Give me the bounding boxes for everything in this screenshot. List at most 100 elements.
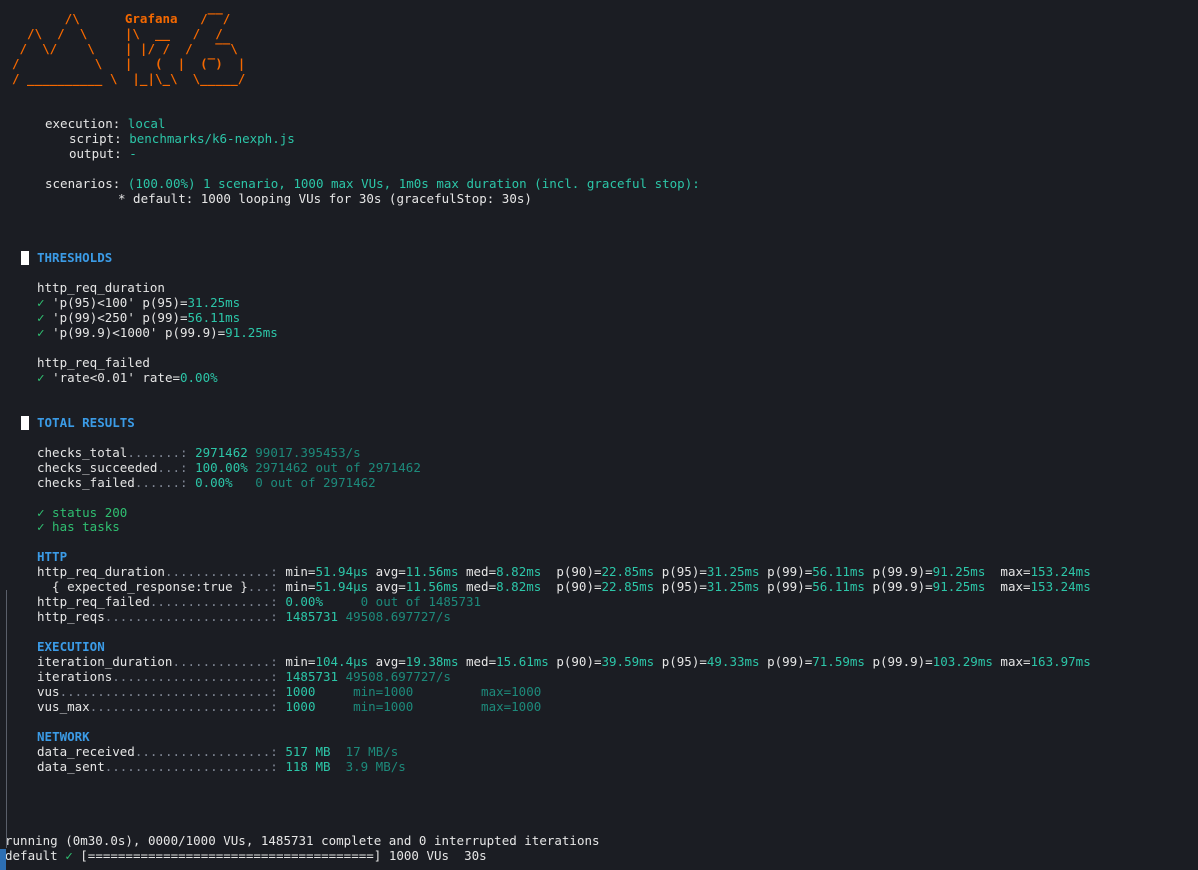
stat-p95: 31.25ms [706, 564, 760, 579]
metric-value: 1000 [285, 699, 339, 714]
stat-med: 15.61ms [496, 654, 549, 669]
logo-line: / __________ \ |_|\_\ \_____/ [12, 71, 253, 86]
stat-p99: 56.11ms [812, 579, 865, 594]
metric-name: http_req_failed [37, 594, 150, 609]
running-status: running (0m30.0s), 0000/1000 VUs, 148573… [5, 833, 600, 848]
metric-name: checks_total [37, 445, 128, 460]
metric-extra: 2971462 out of 2971462 [255, 460, 421, 475]
metric-extra: 0 out of 1485731 [345, 594, 482, 609]
threshold-value: 91.25ms [225, 325, 278, 340]
logo-line: / \/ \ | |/ / / ‾‾\ [12, 41, 246, 56]
stat-p90: 22.85ms [601, 579, 655, 594]
output-value: - [129, 146, 137, 161]
progress-bar: [======================================] [80, 848, 382, 863]
check-item: ✓ has tasks [37, 519, 120, 534]
thresholds-title: THRESHOLDS [37, 250, 113, 265]
metric-row: vus............................: 1000 mi… [37, 684, 541, 699]
stat-p95: 31.25ms [706, 579, 760, 594]
http-title: HTTP [37, 549, 68, 564]
metric-name: vus [37, 684, 60, 699]
execution-title: EXECUTION [37, 639, 105, 654]
metric-dots: .......: [127, 445, 188, 460]
metric-row: data_sent......................: 118 MB … [37, 759, 406, 774]
metric-name: http_req_duration [37, 564, 165, 579]
scenarios-label: scenarios: [45, 176, 121, 191]
metric-name: vus_max [37, 699, 90, 714]
execution-label: execution: [45, 116, 121, 131]
threshold-item: ✓ 'rate<0.01' rate=0.00% [37, 370, 218, 385]
scenarios-value: (100.00%) 1 scenario, 1000 max VUs, 1m0s… [127, 176, 700, 191]
logo-line: / \ | ( | (‾) | [12, 56, 246, 71]
check-item: ✓ status 200 [37, 505, 128, 520]
metric-value: 1000 [285, 684, 339, 699]
stat-p999: 103.29ms [932, 654, 993, 669]
execution-value: local [127, 116, 166, 131]
stat-p99: 56.11ms [812, 564, 865, 579]
scenario-default: * default: 1000 looping VUs for 30s (gra… [118, 191, 532, 206]
threshold-rule: 'p(99.9)<1000' p(99.9)= [52, 325, 226, 340]
metric-row: vus_max........................: 1000 mi… [37, 699, 541, 714]
metric-dots: ................: [149, 594, 278, 609]
check-icon: ✓ [37, 310, 45, 325]
scenarios-line: scenarios: (100.00%) 1 scenario, 1000 ma… [45, 176, 700, 191]
output-label: output: [69, 146, 122, 161]
metric-dots: .............: [172, 654, 278, 669]
section-marker [21, 251, 29, 265]
metric-row: iterations.....................: 1485731… [37, 669, 451, 684]
script-label: script: [69, 131, 122, 146]
stat-min: 51.94µs [315, 579, 369, 594]
trend-row: http_req_duration..............: min=51.… [37, 564, 1091, 579]
metric-extra: 17 MB/s [345, 744, 399, 759]
stat-avg: 19.38ms [405, 654, 459, 669]
metric-row: http_reqs......................: 1485731… [37, 609, 451, 624]
metric-name: { expected_response:true } [37, 579, 248, 594]
checks-row: checks_succeeded...: 100.00% 2971462 out… [37, 460, 421, 475]
metric-value: 0.00% [285, 594, 339, 609]
stat-min: 51.94µs [315, 564, 369, 579]
check-icon: ✓ [37, 325, 45, 340]
progress-tail: 1000 VUs 30s [388, 848, 487, 863]
stat-p999: 91.25ms [932, 579, 993, 594]
metric-value: 1485731 [285, 609, 339, 624]
threshold-item: ✓ 'p(99)<250' p(99)=56.11ms [37, 310, 240, 325]
stat-med: 8.82ms [496, 579, 549, 594]
stat-avg: 11.56ms [405, 579, 459, 594]
logo-line: /\ / \ |\ __ / / [12, 26, 246, 41]
metric-value: 517 MB [285, 744, 339, 759]
stat-min: 104.4µs [315, 654, 369, 669]
metric-extra: min=1000 max=1000 [345, 699, 542, 714]
metric-row: http_req_failed................: 0.00% 0… [37, 594, 481, 609]
metric-value: 118 MB [285, 759, 339, 774]
check-icon: ✓ [37, 295, 45, 310]
metric-value: 2971462 [195, 445, 248, 460]
metric-dots: ......................: [104, 759, 278, 774]
stat-max: 163.97ms [1030, 654, 1091, 669]
output-line: output: - [69, 146, 137, 161]
metric-name: data_received [37, 744, 135, 759]
metric-dots: ...: [157, 460, 188, 475]
threshold-rule: 'p(99)<250' p(99)= [52, 310, 188, 325]
stat-med: 8.82ms [496, 564, 549, 579]
threshold-metric: http_req_duration [37, 280, 165, 295]
progress-line: default ✓ [=============================… [5, 848, 487, 863]
trend-row: { expected_response:true }...: min=51.94… [37, 579, 1091, 594]
metric-dots: ...: [247, 579, 278, 594]
script-line: script: benchmarks/k6-nexph.js [69, 131, 295, 146]
metric-extra: 49508.697727/s [345, 669, 451, 684]
metric-name: iteration_duration [37, 654, 173, 669]
metric-extra: 3.9 MB/s [345, 759, 406, 774]
total-results-title: TOTAL RESULTS [37, 415, 135, 430]
metric-dots: ......................: [104, 609, 278, 624]
network-title: NETWORK [37, 729, 90, 744]
metric-name: checks_succeeded [37, 460, 158, 475]
stat-p95: 49.33ms [706, 654, 760, 669]
metric-name: http_reqs [37, 609, 105, 624]
metric-value: 1485731 [285, 669, 339, 684]
metric-name: data_sent [37, 759, 105, 774]
stat-max: 153.24ms [1030, 579, 1091, 594]
metric-extra: min=1000 max=1000 [345, 684, 542, 699]
check-icon: ✓ [65, 848, 73, 863]
metric-extra: 0 out of 2971462 [240, 475, 376, 490]
threshold-value: 56.11ms [187, 310, 241, 325]
execution-line: execution: local [45, 116, 165, 131]
